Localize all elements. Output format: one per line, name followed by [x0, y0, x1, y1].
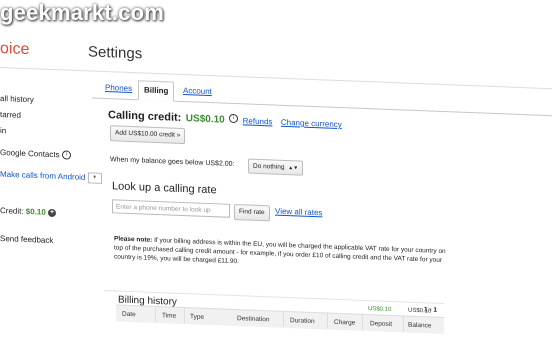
- calling-credit-label: Calling credit:: [108, 109, 182, 124]
- col-duration[interactable]: Duration: [290, 317, 315, 325]
- rate-lookup-heading: Look up a calling rate: [112, 180, 217, 197]
- col-charge[interactable]: Charge: [334, 319, 355, 327]
- tab-billing[interactable]: Billing: [138, 80, 175, 102]
- row-deposit: US$0.10: [368, 306, 392, 314]
- col-destination[interactable]: Destination: [237, 315, 270, 323]
- send-feedback-link[interactable]: Send feedback: [0, 234, 53, 245]
- find-rate-button[interactable]: Find rate: [234, 203, 270, 222]
- balance-threshold-text: When my balance goes below US$2.00:: [110, 156, 235, 169]
- col-divider: [155, 305, 156, 322]
- phone-number-input[interactable]: Enter a phone number to look up: [112, 199, 230, 218]
- chevron-down-icon[interactable]: ▾: [87, 172, 102, 184]
- col-balance[interactable]: Balance: [408, 322, 432, 330]
- sidebar-item-label: Google Contacts: [0, 148, 60, 160]
- col-type[interactable]: Type: [190, 313, 204, 321]
- col-divider: [403, 315, 404, 332]
- sidebar-item-spam[interactable]: in: [0, 126, 6, 135]
- app-name-fragment: oice: [0, 40, 30, 59]
- credit-label: Credit:: [0, 206, 24, 216]
- note-bold: Please note:: [114, 235, 153, 244]
- balance-action-select[interactable]: Do nothing ▲▼: [248, 158, 304, 176]
- sidebar-item-android[interactable]: Make calls from Android ▾: [0, 169, 102, 184]
- col-divider: [283, 310, 284, 327]
- tab-phones[interactable]: Phones: [100, 79, 137, 98]
- add-credit-icon[interactable]: +: [48, 208, 57, 218]
- select-value: Do nothing: [253, 162, 285, 171]
- col-divider: [184, 307, 185, 324]
- tab-account[interactable]: Account: [178, 82, 217, 101]
- view-all-rates-link[interactable]: View all rates: [275, 207, 322, 218]
- sidebar-credit: Credit: $0.10 +: [0, 206, 57, 218]
- chevron-updown-icon: ▲▼: [288, 165, 299, 172]
- add-credit-button[interactable]: Add US$10.00 credit »: [110, 125, 186, 145]
- refunds-link[interactable]: Refunds: [243, 116, 273, 126]
- credit-value: $0.10: [25, 206, 46, 217]
- page-title: Settings: [88, 43, 143, 63]
- sidebar-item-history[interactable]: all history: [0, 94, 34, 104]
- watermark: geekmarkt.com: [0, 0, 165, 25]
- info-icon[interactable]: i: [61, 150, 71, 161]
- col-divider: [327, 312, 328, 329]
- vat-note: Please note: If your billing address is …: [114, 234, 450, 274]
- change-currency-link[interactable]: Change currency: [281, 118, 342, 129]
- calling-credit-value: US$0.10: [185, 113, 225, 126]
- col-time[interactable]: Time: [162, 312, 176, 320]
- row-balance: US$0.10: [408, 307, 432, 315]
- note-text: If your billing address is within the EU…: [114, 236, 446, 266]
- sidebar-item-starred[interactable]: tarred: [0, 110, 21, 120]
- col-divider: [362, 313, 363, 330]
- sidebar-item-label: Make calls from Android: [0, 169, 86, 182]
- sidebar-item-google-contacts[interactable]: Google Contacts i: [0, 148, 71, 161]
- col-date[interactable]: Date: [122, 311, 136, 319]
- info-icon[interactable]: i: [229, 114, 239, 124]
